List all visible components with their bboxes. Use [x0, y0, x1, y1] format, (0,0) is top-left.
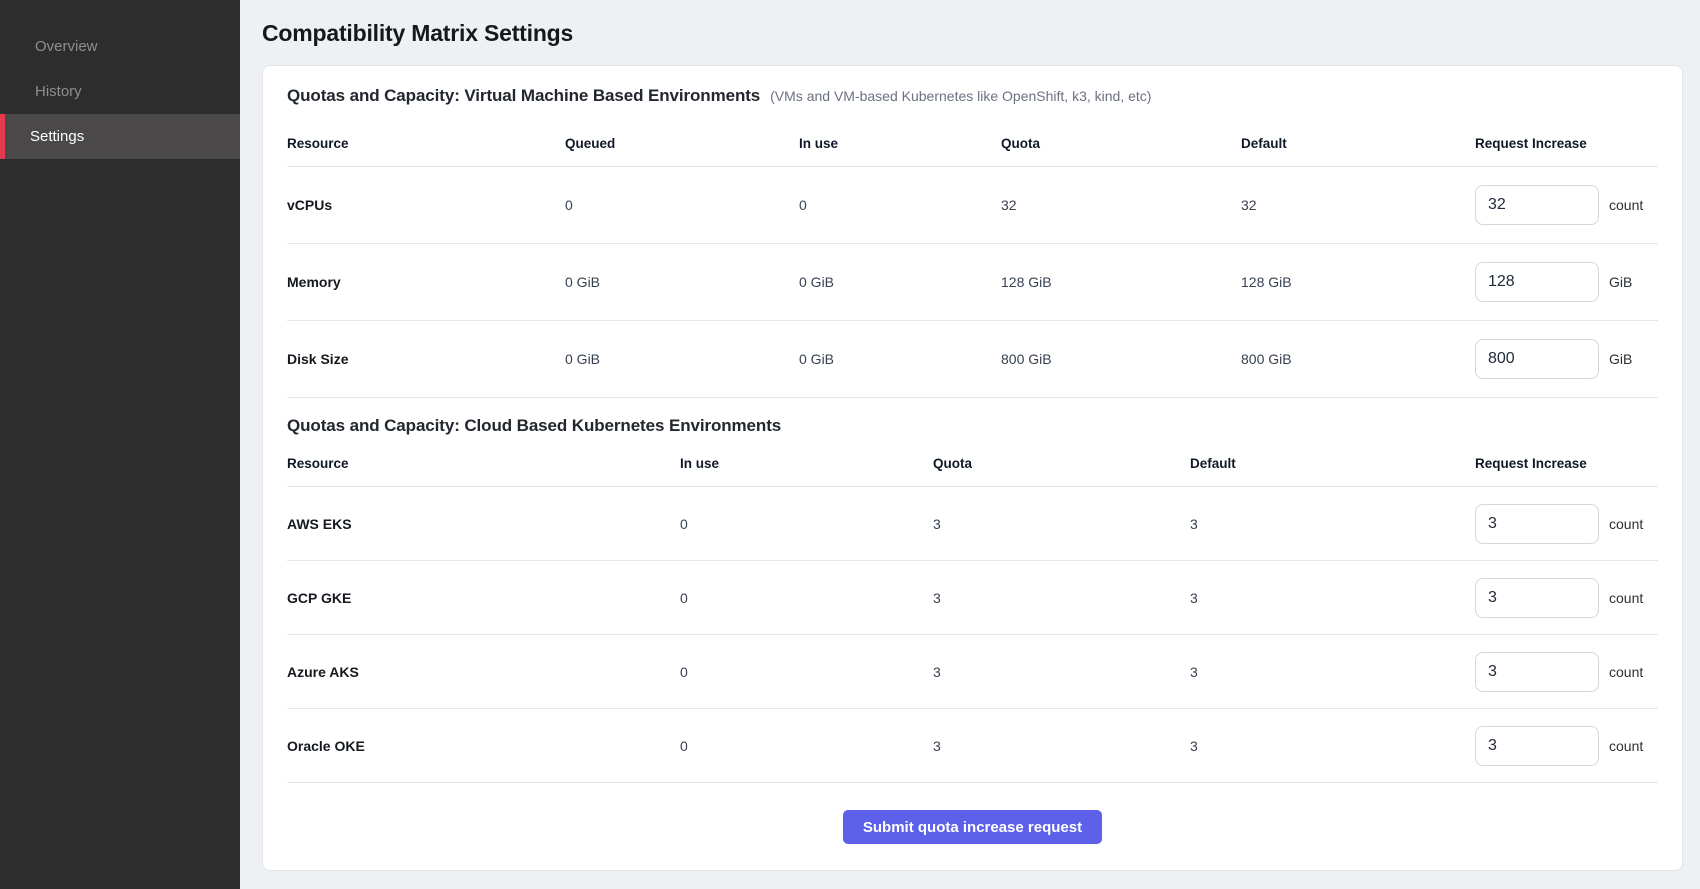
table-row: Disk Size 0 GiB 0 GiB 800 GiB 800 GiB Gi… — [287, 321, 1658, 398]
cell-quota: 3 — [933, 738, 1190, 754]
cell-in-use: 0 — [680, 590, 933, 606]
cell-in-use: 0 GiB — [799, 274, 1001, 290]
vm-section-subtitle: (VMs and VM-based Kubernetes like OpenSh… — [770, 88, 1151, 104]
main-content: Compatibility Matrix Settings Quotas and… — [240, 0, 1700, 889]
column-header-default: Default — [1241, 136, 1475, 151]
request-increase-cell: count — [1475, 578, 1658, 618]
k8s-table-header: Resource In use Quota Default Request In… — [287, 440, 1658, 487]
resource-name: Azure AKS — [287, 664, 680, 680]
cell-quota: 32 — [1001, 197, 1241, 213]
gcp-gke-request-input[interactable] — [1475, 578, 1599, 618]
unit-label: count — [1609, 197, 1643, 213]
cell-default: 128 GiB — [1241, 274, 1475, 290]
request-increase-cell: count — [1475, 652, 1658, 692]
column-header-quota: Quota — [933, 456, 1190, 471]
cell-queued: 0 — [565, 197, 799, 213]
cell-default: 3 — [1190, 664, 1475, 680]
resource-name: vCPUs — [287, 197, 565, 213]
k8s-section-title: Quotas and Capacity: Cloud Based Kuberne… — [287, 416, 781, 436]
column-header-resource: Resource — [287, 136, 565, 151]
unit-label: count — [1609, 738, 1643, 754]
column-header-in-use: In use — [799, 136, 1001, 151]
sidebar-item-overview[interactable]: Overview — [0, 24, 240, 69]
cell-quota: 3 — [933, 590, 1190, 606]
column-header-request-increase: Request Increase — [1475, 456, 1658, 471]
cell-in-use: 0 — [680, 738, 933, 754]
cell-in-use: 0 GiB — [799, 351, 1001, 367]
sidebar-item-history[interactable]: History — [0, 69, 240, 114]
column-header-queued: Queued — [565, 136, 799, 151]
request-increase-cell: GiB — [1475, 262, 1658, 302]
cell-quota: 3 — [933, 664, 1190, 680]
page-title: Compatibility Matrix Settings — [262, 20, 1683, 47]
table-row: Memory 0 GiB 0 GiB 128 GiB 128 GiB GiB — [287, 244, 1658, 321]
unit-label: count — [1609, 516, 1643, 532]
request-increase-cell: count — [1475, 726, 1658, 766]
sidebar: Overview History Settings — [0, 0, 240, 889]
resource-name: GCP GKE — [287, 590, 680, 606]
table-row: AWS EKS 0 3 3 count — [287, 487, 1658, 561]
cell-in-use: 0 — [680, 516, 933, 532]
cell-default: 3 — [1190, 738, 1475, 754]
disk-size-request-input[interactable] — [1475, 339, 1599, 379]
resource-name: AWS EKS — [287, 516, 680, 532]
request-increase-cell: count — [1475, 185, 1658, 225]
unit-label: count — [1609, 590, 1643, 606]
azure-aks-request-input[interactable] — [1475, 652, 1599, 692]
submit-quota-increase-button[interactable]: Submit quota increase request — [843, 810, 1102, 844]
column-header-default: Default — [1190, 456, 1475, 471]
column-header-resource: Resource — [287, 456, 680, 471]
sidebar-item-settings[interactable]: Settings — [0, 114, 240, 159]
cell-quota: 3 — [933, 516, 1190, 532]
cell-default: 32 — [1241, 197, 1475, 213]
vcpus-request-input[interactable] — [1475, 185, 1599, 225]
column-header-quota: Quota — [1001, 136, 1241, 151]
cell-quota: 800 GiB — [1001, 351, 1241, 367]
resource-name: Oracle OKE — [287, 738, 680, 754]
vm-table-header: Resource Queued In use Quota Default Req… — [287, 120, 1658, 167]
resource-name: Memory — [287, 274, 565, 290]
request-increase-cell: count — [1475, 504, 1658, 544]
quota-settings-card: Quotas and Capacity: Virtual Machine Bas… — [262, 65, 1683, 871]
card-footer: Submit quota increase request — [287, 783, 1658, 850]
cell-in-use: 0 — [799, 197, 1001, 213]
cell-quota: 128 GiB — [1001, 274, 1241, 290]
vm-section-heading: Quotas and Capacity: Virtual Machine Bas… — [287, 86, 1658, 106]
column-header-in-use: In use — [680, 456, 933, 471]
cell-in-use: 0 — [680, 664, 933, 680]
cell-default: 800 GiB — [1241, 351, 1475, 367]
unit-label: GiB — [1609, 351, 1632, 367]
cell-queued: 0 GiB — [565, 274, 799, 290]
vm-section-title: Quotas and Capacity: Virtual Machine Bas… — [287, 86, 760, 106]
table-row: vCPUs 0 0 32 32 count — [287, 167, 1658, 244]
table-row: Oracle OKE 0 3 3 count — [287, 709, 1658, 783]
unit-label: GiB — [1609, 274, 1632, 290]
column-header-request-increase: Request Increase — [1475, 136, 1658, 151]
k8s-section-heading: Quotas and Capacity: Cloud Based Kuberne… — [287, 416, 1658, 436]
cell-queued: 0 GiB — [565, 351, 799, 367]
aws-eks-request-input[interactable] — [1475, 504, 1599, 544]
resource-name: Disk Size — [287, 351, 565, 367]
memory-request-input[interactable] — [1475, 262, 1599, 302]
unit-label: count — [1609, 664, 1643, 680]
cell-default: 3 — [1190, 516, 1475, 532]
table-row: GCP GKE 0 3 3 count — [287, 561, 1658, 635]
table-row: Azure AKS 0 3 3 count — [287, 635, 1658, 709]
cell-default: 3 — [1190, 590, 1475, 606]
oracle-oke-request-input[interactable] — [1475, 726, 1599, 766]
request-increase-cell: GiB — [1475, 339, 1658, 379]
